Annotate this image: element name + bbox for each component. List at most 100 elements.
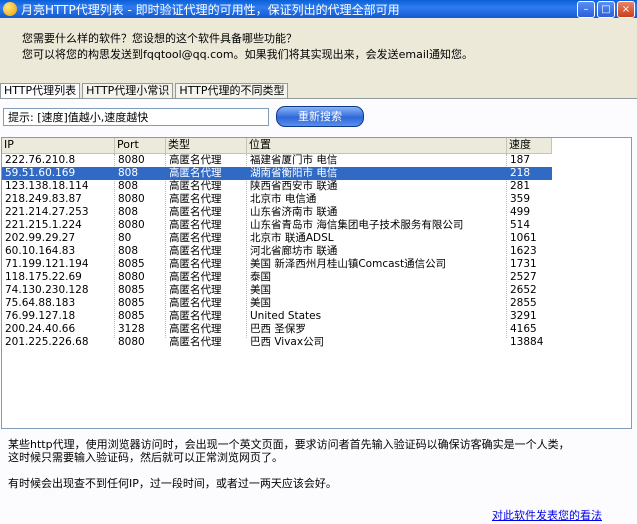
cell-ip: 221.214.27.253 bbox=[5, 206, 89, 218]
cell-location: United States bbox=[250, 310, 322, 322]
cell-speed: 13884 bbox=[510, 336, 544, 348]
cell-port: 808 bbox=[118, 180, 139, 192]
table-row[interactable]: 221.214.27.253 808 高匿名代理 山东省济南市 联通 499 bbox=[2, 206, 552, 219]
cell-speed: 499 bbox=[510, 206, 531, 218]
cell-ip: 200.24.40.66 bbox=[5, 323, 76, 335]
table-row[interactable]: 201.225.226.68 8080 高匿名代理 巴西 Vivax公司 13884 bbox=[2, 336, 552, 349]
cell-speed: 2652 bbox=[510, 284, 537, 296]
cell-type: 高匿名代理 bbox=[169, 232, 222, 244]
cell-type: 高匿名代理 bbox=[169, 180, 222, 192]
table-row[interactable]: 221.215.1.224 8080 高匿名代理 山东省青岛市 海信集团电子技术服务有… bbox=[2, 219, 552, 232]
proxy-list[interactable]: IP Port 类型 位置 速度 222.76.210.8 8080 高匿名代理 福建… bbox=[1, 137, 632, 429]
column-header-type[interactable]: 类型 bbox=[166, 138, 247, 153]
cell-location: 河北省廊坊市 联通 bbox=[250, 245, 338, 257]
cell-speed: 1623 bbox=[510, 245, 537, 257]
cell-port: 808 bbox=[118, 245, 139, 257]
cell-type: 高匿名代理 bbox=[169, 193, 222, 205]
research-button[interactable]: 重新搜索 bbox=[276, 106, 364, 127]
table-row[interactable]: 202.99.29.27 80 高匿名代理 北京市 联通ADSL 1061 bbox=[2, 232, 552, 245]
cell-location: 福建省厦门市 电信 bbox=[250, 154, 338, 166]
cell-type: 高匿名代理 bbox=[169, 310, 222, 322]
cell-port: 8080 bbox=[118, 336, 145, 348]
note-line-3: 有时候会出现查不到任何IP，过一段时间，或者过一两天应该会好。 bbox=[8, 477, 337, 490]
tab-panel: 提示: [速度]值越小,速度越快 重新搜索 IP Port 类型 位置 速度 2… bbox=[0, 98, 637, 524]
cell-ip: 75.64.88.183 bbox=[5, 297, 76, 309]
cell-location: 美国 bbox=[250, 284, 271, 296]
cell-speed: 4165 bbox=[510, 323, 537, 335]
cell-speed: 2527 bbox=[510, 271, 537, 283]
column-header-ip[interactable]: IP bbox=[2, 138, 115, 153]
table-row[interactable]: 74.130.230.128 8085 高匿名代理 美国 2652 bbox=[2, 284, 552, 297]
table-row-selected[interactable]: 59.51.60.169 808 高匿名代理 湖南省衡阳市 电信 218 bbox=[2, 167, 552, 180]
table-row[interactable]: 118.175.22.69 8080 高匿名代理 泰国 2527 bbox=[2, 271, 552, 284]
cell-location: 巴西 Vivax公司 bbox=[250, 336, 325, 348]
cell-ip: 59.51.60.169 bbox=[5, 167, 76, 179]
list-header: IP Port 类型 位置 速度 bbox=[2, 138, 552, 154]
cell-ip: 221.215.1.224 bbox=[5, 219, 82, 231]
cell-speed: 359 bbox=[510, 193, 531, 205]
table-row[interactable]: 76.99.127.18 8085 高匿名代理 United States 3291 bbox=[2, 310, 552, 323]
table-row[interactable]: 200.24.40.66 3128 高匿名代理 巴西 圣保罗 4165 bbox=[2, 323, 552, 336]
cell-speed: 281 bbox=[510, 180, 531, 192]
hint-field[interactable]: 提示: [速度]值越小,速度越快 bbox=[3, 108, 269, 126]
title-bar[interactable]: 月亮HTTP代理列表 - 即时验证代理的可用性，保证列出的代理全部可用 – □ … bbox=[0, 0, 637, 18]
minimize-button[interactable]: – bbox=[577, 1, 595, 18]
cell-type: 高匿名代理 bbox=[169, 336, 222, 348]
cell-type: 高匿名代理 bbox=[169, 297, 222, 309]
cell-port: 80 bbox=[118, 232, 132, 244]
cell-location: 陕西省西安市 联通 bbox=[250, 180, 338, 192]
cell-speed: 1061 bbox=[510, 232, 537, 244]
cell-location: 山东省济南市 联通 bbox=[250, 206, 338, 218]
cell-speed: 1731 bbox=[510, 258, 537, 270]
cell-type: 高匿名代理 bbox=[169, 245, 222, 257]
cell-ip: 60.10.164.83 bbox=[5, 245, 76, 257]
cell-location: 美国 bbox=[250, 297, 271, 309]
maximize-button[interactable]: □ bbox=[597, 1, 615, 18]
cell-ip: 123.138.18.114 bbox=[5, 180, 89, 192]
column-header-port[interactable]: Port bbox=[115, 138, 166, 153]
cell-type: 高匿名代理 bbox=[169, 154, 222, 166]
cell-speed: 514 bbox=[510, 219, 531, 231]
window-controls: – □ × bbox=[577, 1, 635, 18]
cell-port: 8080 bbox=[118, 154, 145, 166]
cell-type: 高匿名代理 bbox=[169, 323, 222, 335]
cell-location: 巴西 圣保罗 bbox=[250, 323, 306, 335]
column-header-location[interactable]: 位置 bbox=[247, 138, 507, 153]
column-header-speed[interactable]: 速度 bbox=[507, 138, 552, 153]
table-row[interactable]: 123.138.18.114 808 高匿名代理 陕西省西安市 联通 281 bbox=[2, 180, 552, 193]
cell-ip: 71.199.121.194 bbox=[5, 258, 89, 270]
feedback-link[interactable]: 对此软件发表您的看法 bbox=[492, 507, 602, 523]
cell-ip: 218.249.83.87 bbox=[5, 193, 82, 205]
cell-location: 北京市 联通ADSL bbox=[250, 232, 334, 244]
cell-location: 山东省青岛市 海信集团电子技术服务有限公司 bbox=[250, 219, 464, 231]
cell-port: 8080 bbox=[118, 193, 145, 205]
cell-ip: 76.99.127.18 bbox=[5, 310, 76, 322]
tab-strip: HTTP代理列表 HTTP代理小常识 HTTP代理的不同类型 bbox=[0, 83, 290, 100]
cell-location: 美国 新泽西州月桂山镇Comcast通信公司 bbox=[250, 258, 447, 270]
cell-port: 808 bbox=[118, 206, 139, 218]
table-row[interactable]: 218.249.83.87 8080 高匿名代理 北京市 电信通 359 bbox=[2, 193, 552, 206]
tab-proxy-types[interactable]: HTTP代理的不同类型 bbox=[175, 83, 289, 98]
cell-location: 湖南省衡阳市 电信 bbox=[250, 167, 338, 179]
cell-port: 3128 bbox=[118, 323, 145, 335]
cell-type: 高匿名代理 bbox=[169, 271, 222, 283]
cell-ip: 201.225.226.68 bbox=[5, 336, 89, 348]
cell-type: 高匿名代理 bbox=[169, 219, 222, 231]
cell-speed: 218 bbox=[510, 167, 531, 179]
intro-line-1: 您需要什么样的软件？您设想的这个软件具备哪些功能？ bbox=[22, 32, 297, 45]
table-row[interactable]: 71.199.121.194 8085 高匿名代理 美国 新泽西州月桂山镇Comcas… bbox=[2, 258, 552, 271]
cell-ip: 202.99.29.27 bbox=[5, 232, 76, 244]
cell-ip: 222.76.210.8 bbox=[5, 154, 76, 166]
tab-proxy-tips[interactable]: HTTP代理小常识 bbox=[82, 83, 174, 98]
cell-type: 高匿名代理 bbox=[169, 167, 222, 179]
cell-type: 高匿名代理 bbox=[169, 284, 222, 296]
cell-port: 8080 bbox=[118, 219, 145, 231]
note-line-1: 某些http代理，使用浏览器访问时，会出现一个英文页面，要求访问者首先输入验证码… bbox=[8, 438, 570, 451]
cell-location: 泰国 bbox=[250, 271, 271, 283]
close-button[interactable]: × bbox=[617, 1, 635, 18]
table-row[interactable]: 222.76.210.8 8080 高匿名代理 福建省厦门市 电信 187 bbox=[2, 154, 552, 167]
cell-speed: 187 bbox=[510, 154, 531, 166]
cell-port: 8085 bbox=[118, 258, 145, 270]
table-row[interactable]: 60.10.164.83 808 高匿名代理 河北省廊坊市 联通 1623 bbox=[2, 245, 552, 258]
table-row[interactable]: 75.64.88.183 8085 高匿名代理 美国 2855 bbox=[2, 297, 552, 310]
